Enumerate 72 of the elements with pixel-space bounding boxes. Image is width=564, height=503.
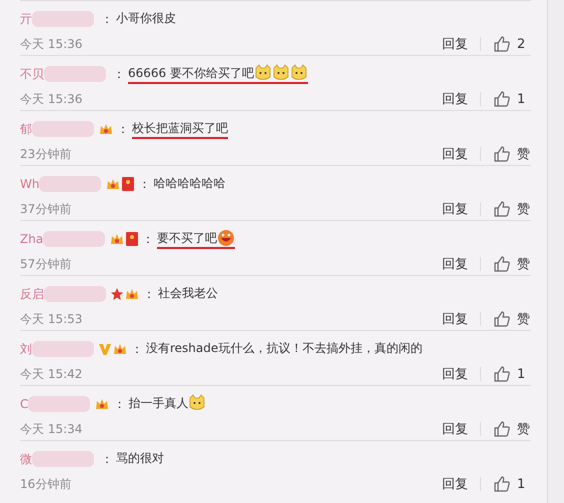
cat-emoji-icon [254,64,272,82]
thumbs-up-icon[interactable] [493,90,511,108]
like-count[interactable]: 赞 [517,255,531,273]
like-count[interactable]: 1 [517,92,531,106]
reply-link[interactable]: 回复 [442,475,468,493]
thumbs-up-icon[interactable] [493,310,511,328]
redacted-name-blur [44,286,106,302]
v-badge-icon [98,342,112,356]
comment-text: 小哥你很皮 [116,10,176,26]
colon: ： [117,120,129,138]
like-count[interactable]: 赞 [517,420,531,438]
reply-link[interactable]: 回复 [442,365,468,383]
thumbs-up-icon[interactable] [493,145,511,163]
like-count[interactable]: 2 [517,36,531,52]
comment-time: 今天 15:42 [20,366,84,382]
grin-emoji-icon [217,229,236,247]
comment-time: 今天 15:34 [20,420,84,438]
like-count[interactable]: 1 [517,366,531,382]
comment-time: 16分钟前 [20,476,72,492]
redacted-name-blur [32,341,94,357]
reply-link[interactable]: 回复 [442,90,468,108]
envelope-badge-icon [125,231,140,247]
colon: ： [113,396,126,412]
colon: ： [131,340,143,358]
like-count[interactable]: 赞 [517,145,531,163]
reply-link[interactable]: 回复 [442,145,468,163]
like-count[interactable]: 1 [517,476,531,492]
thumbs-up-icon[interactable] [493,35,511,53]
reply-link[interactable]: 回复 [442,310,468,328]
thumbs-up-icon[interactable] [493,255,511,273]
reply-link[interactable]: 回复 [442,35,468,53]
reply-link[interactable]: 回复 [442,200,468,218]
cat-emoji-icon [272,64,290,82]
reply-link[interactable]: 回复 [442,255,468,273]
like-count[interactable]: 赞 [517,310,531,328]
comment-time: 今天 15:53 [20,310,84,328]
redacted-name-blur [43,231,106,247]
redacted-name-blur [28,396,90,412]
redacted-name-blur [44,66,106,82]
colon: ： [138,176,150,192]
reply-link[interactable]: 回复 [442,420,468,438]
redacted-name-blur [32,451,94,467]
star-badge-icon [110,287,124,301]
colon: ： [142,230,154,248]
colon: ： [113,66,125,82]
comment-time: 23分钟前 [20,146,72,162]
comment-text: 抬一手真人 [128,394,188,412]
colon: ： [101,450,113,468]
colon: ： [101,10,113,28]
colon: ： [143,286,155,302]
thumbs-up-icon[interactable] [493,475,511,493]
comment-text: 没有reshade玩什么，抗议！不去搞外挂，真的闲的 [146,340,422,356]
comment-text: 校长把蓝洞买了吧 [132,120,228,136]
cat-emoji-icon [290,64,308,82]
redacted-name-blur [32,121,94,137]
comment-text: 骂的很对 [116,450,164,466]
comment-time: 今天 15:36 [20,90,84,108]
comment-time: 今天 15:36 [20,36,84,52]
comment-text: 社会我老公 [158,284,218,302]
cat-emoji-icon [188,394,206,412]
envelope-badge-icon [121,176,136,192]
comment-text: 66666 要不你给买了吧 [128,64,254,82]
thumbs-up-icon[interactable] [493,365,511,383]
comment-time: 57分钟前 [20,256,72,272]
thumbs-up-icon[interactable] [493,420,511,438]
comment-text: 哈哈哈哈哈哈 [153,174,226,192]
comment-time: 37分钟前 [20,200,72,218]
like-count[interactable]: 赞 [517,200,531,218]
redacted-name-blur [39,176,102,192]
thumbs-up-icon[interactable] [493,200,511,218]
comment-text: 要不买了吧 [157,230,218,246]
redacted-name-blur [32,11,94,27]
